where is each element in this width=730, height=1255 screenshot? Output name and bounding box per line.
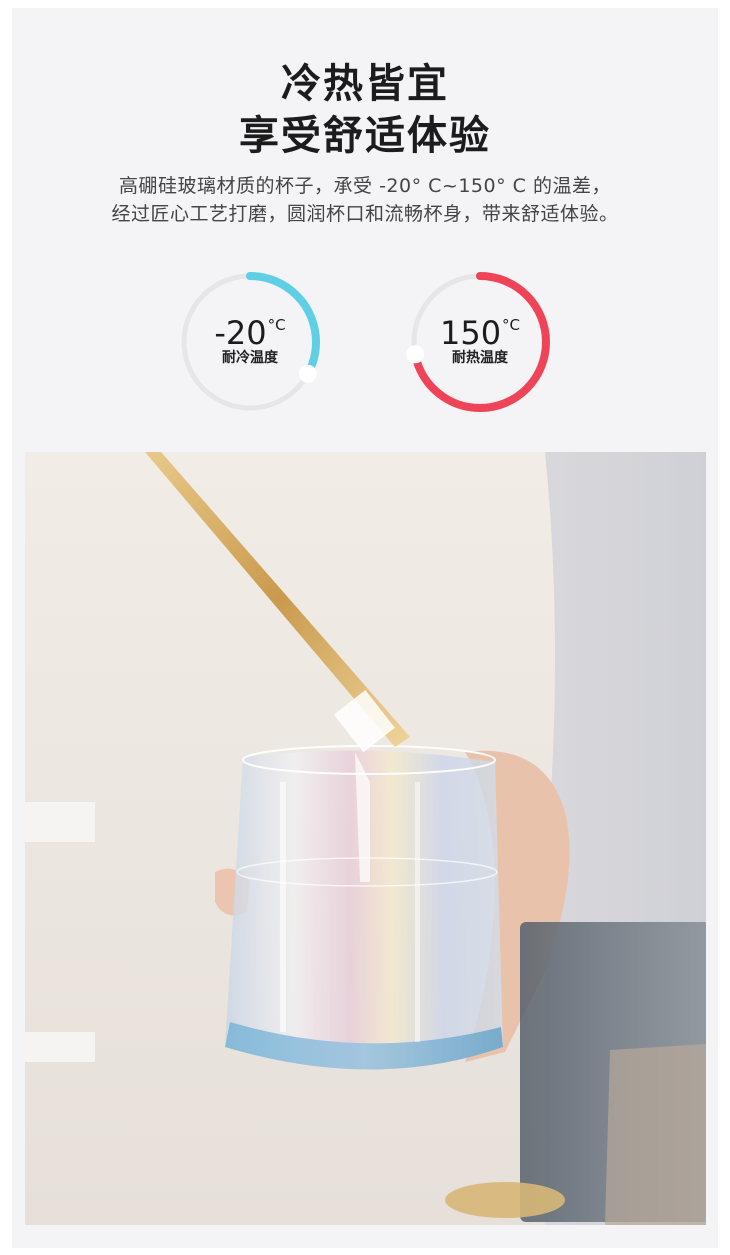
blurred-rail	[25, 802, 95, 842]
heat-resistance-gauge: 150°C 耐热温度	[405, 267, 555, 417]
heading-line-2: 享受舒适体验	[239, 113, 491, 159]
blurred-rail-2	[25, 1032, 95, 1062]
glass-cup-illustration	[25, 452, 706, 1225]
heading-line-1: 冷热皆宜	[281, 61, 449, 107]
heat-gauge-label: 耐热温度	[452, 350, 508, 366]
gold-saucer	[445, 1182, 565, 1218]
cold-resistance-gauge: -20°C 耐冷温度	[175, 267, 325, 417]
cold-gauge-value-row: -20°C	[175, 305, 325, 353]
heat-gauge-value-row: 150°C	[405, 305, 555, 353]
amber-glass-front	[605, 1044, 706, 1225]
description-line-1: 高硼硅玻璃材质的杯子，承受 -20° C~150° C 的温差，	[119, 175, 611, 197]
description-line-2: 经过匠心工艺打磨，圆润杯口和流畅杯身，带来舒适体验。	[111, 203, 619, 225]
cold-gauge-unit: °C	[267, 316, 286, 334]
product-photo	[25, 452, 706, 1225]
glass-highlight-2	[415, 782, 420, 1042]
cold-gauge-knob	[298, 364, 317, 383]
heat-gauge-unit: °C	[502, 316, 521, 334]
glass-highlight-1	[280, 782, 286, 1032]
cold-gauge-label: 耐冷温度	[222, 350, 278, 366]
